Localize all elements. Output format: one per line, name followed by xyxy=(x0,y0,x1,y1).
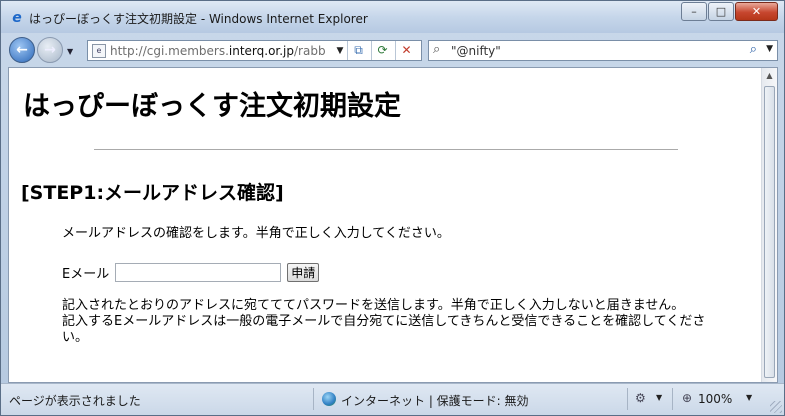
page-viewport: はっぴーぼっくす注文初期設定 [STEP1:メールアドレス確認] メールアドレス… xyxy=(8,67,778,383)
address-dropdown-icon[interactable]: ▼ xyxy=(333,44,347,58)
status-message: ページが表示されました xyxy=(9,394,141,408)
intro-text: メールアドレスの確認をします。半角で正しく入力してください。 xyxy=(62,226,450,241)
browser-window: e はっぴーぼっくす注文初期設定 - Windows Internet Expl… xyxy=(0,0,785,416)
status-separator xyxy=(313,388,314,410)
zoom-magnifier-icon[interactable]: ⊕ xyxy=(682,391,692,405)
notice-text: 記入されたとおりのアドレスに宛てててパスワードを送信します。半角で正しく入力しな… xyxy=(62,298,710,346)
search-box[interactable]: ⌕ "@nifty" ⌕ ▼ xyxy=(428,40,778,61)
address-bar[interactable]: e http://cgi.members.interq.or.jp/rabb ▼… xyxy=(87,40,422,61)
forward-button[interactable]: → xyxy=(37,37,63,63)
search-icon[interactable]: ⌕ xyxy=(750,42,757,57)
resize-grip[interactable] xyxy=(770,401,782,413)
email-label: Eメール xyxy=(62,267,110,282)
navigation-bar: ← → ▼ e http://cgi.members.interq.or.jp/… xyxy=(1,33,784,67)
search-provider-icon: ⌕ xyxy=(433,42,441,57)
scroll-thumb[interactable] xyxy=(764,86,775,378)
internet-zone-globe-icon[interactable] xyxy=(322,392,336,406)
stop-icon[interactable]: ✕ xyxy=(395,41,417,60)
minimize-button[interactable]: – xyxy=(681,2,707,21)
security-zone-text[interactable]: インターネット | 保護モード: 無効 xyxy=(341,392,529,409)
divider xyxy=(94,149,678,150)
email-field[interactable] xyxy=(115,263,282,282)
vertical-scrollbar[interactable]: ▲ xyxy=(761,68,777,382)
refresh-icon[interactable]: ⟳ xyxy=(371,41,393,60)
status-bar: ページが表示されました インターネット | 保護モード: 無効 ⚙ ▼ ⊕ 10… xyxy=(1,383,784,415)
notice-line-2: 記入するEメールアドレスは一般の電子メールで自分宛てに送信してきちんと受信できる… xyxy=(62,314,706,345)
zoom-level[interactable]: 100% xyxy=(698,392,732,406)
back-button[interactable]: ← xyxy=(9,37,35,63)
zoom-dropdown-icon[interactable]: ▼ xyxy=(746,393,752,402)
email-form-row: Eメール 申請 xyxy=(62,263,320,282)
page-title: はっぴーぼっくす注文初期設定 xyxy=(23,91,401,122)
close-button[interactable]: ✕ xyxy=(735,2,778,21)
recent-pages-dropdown-icon[interactable]: ▼ xyxy=(67,47,73,56)
compatibility-view-icon[interactable]: ⧉ xyxy=(347,41,369,60)
address-url[interactable]: http://cgi.members.interq.or.jp/rabb xyxy=(110,44,340,58)
maximize-button[interactable]: □ xyxy=(708,2,734,21)
status-separator xyxy=(627,388,628,410)
scroll-up-arrow-icon[interactable]: ▲ xyxy=(762,68,777,84)
page-favicon-icon: e xyxy=(92,44,106,58)
popup-blocker-icon[interactable]: ⚙ xyxy=(635,391,646,405)
search-options-dropdown-icon[interactable]: ▼ xyxy=(766,44,773,54)
page-content: はっぴーぼっくす注文初期設定 [STEP1:メールアドレス確認] メールアドレス… xyxy=(9,68,761,382)
title-bar[interactable]: e はっぴーぼっくす注文初期設定 - Windows Internet Expl… xyxy=(1,1,784,33)
apply-button[interactable]: 申請 xyxy=(287,263,320,282)
step-heading: [STEP1:メールアドレス確認] xyxy=(21,182,284,204)
ie-logo-icon: e xyxy=(12,10,22,26)
window-title: はっぴーぼっくす注文初期設定 - Windows Internet Explor… xyxy=(29,12,368,26)
search-input[interactable]: "@nifty" xyxy=(451,44,501,58)
popup-blocker-dropdown-icon[interactable]: ▼ xyxy=(656,393,662,402)
caption-buttons: – □ ✕ xyxy=(680,2,778,21)
notice-line-1: 記入されたとおりのアドレスに宛てててパスワードを送信します。半角で正しく入力しな… xyxy=(62,298,685,313)
status-separator xyxy=(672,388,673,410)
